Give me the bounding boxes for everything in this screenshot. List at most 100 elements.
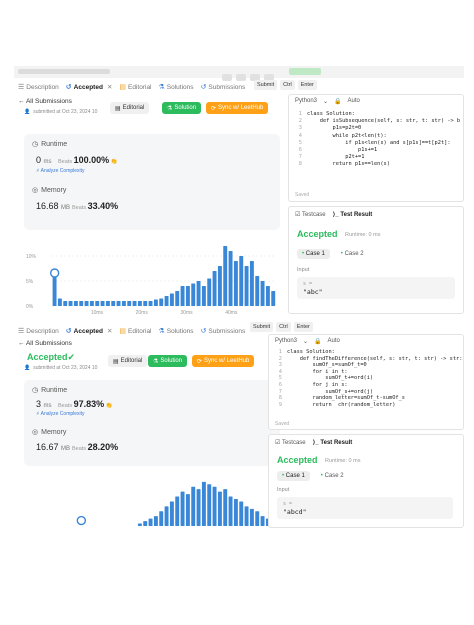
clock-icon: ↺: [65, 328, 72, 335]
chart-bar: [212, 271, 217, 306]
code-line: 8 return p1s==len(s): [293, 161, 460, 168]
tab-submissions[interactable]: ↺ Submissions: [201, 83, 246, 92]
chart-bar: [217, 266, 222, 306]
code-editor[interactable]: Python3 ⌄ 🔒 Auto 1 class Solution: 2 def find…: [268, 334, 464, 430]
solution-button[interactable]: ⚗ Solution: [162, 102, 202, 114]
tab-accepted[interactable]: ↺ Accepted ✕: [66, 83, 113, 92]
tab-submissions[interactable]: ↺ Submissions: [201, 327, 246, 336]
chart-bar: [175, 291, 180, 306]
all-submissions-link[interactable]: ← All Submissions: [18, 340, 72, 347]
code-lines[interactable]: 1 class Solution: 2 def isSubsequence(self…: [293, 111, 460, 169]
tab-solutions[interactable]: ⚗ Solutions: [159, 327, 194, 336]
tab-accepted[interactable]: ↺ Accepted ✕: [65, 327, 113, 336]
solution-button[interactable]: ⚗ Solution: [148, 355, 188, 367]
memory-beats: Beats 28.20%: [72, 442, 119, 452]
chart-bar: [57, 298, 62, 306]
code-line: 7 p2t+=1: [293, 154, 460, 161]
code-line: 5 sumOf_t+=ord(i): [273, 375, 462, 382]
case-tabs: • Case 1 • Case 2: [297, 249, 369, 259]
tab-editorial[interactable]: ▤ Editorial: [119, 327, 151, 336]
tab-editorial[interactable]: ▤ Editorial: [119, 83, 151, 92]
tab-testcase[interactable]: ☑ Testcase: [275, 439, 306, 446]
x-tick-label: 10ms: [91, 310, 104, 316]
tab-test-result[interactable]: ⟩_ Test Result: [333, 211, 373, 218]
chart2-svg: [76, 481, 276, 526]
tab-test-result[interactable]: ⟩_ Test Result: [313, 439, 353, 446]
memory-beats: Beats 33.40%: [72, 201, 119, 211]
chart-bar: [137, 523, 142, 526]
check-icon: •: [282, 473, 285, 479]
case-1-tab[interactable]: • Case 1: [297, 249, 330, 259]
chart-bar: [201, 286, 206, 306]
test-panel: ☑ Testcase ⟩_ Test Result Accepted Runti…: [288, 206, 464, 314]
sync-leethub-button[interactable]: ⟳ Sync w/ LeetHub: [192, 355, 255, 367]
test-panel-tabs: ☑ Testcase ⟩_ Test Result: [295, 211, 372, 218]
close-icon[interactable]: ✕: [107, 327, 112, 335]
editorial-button[interactable]: ▤ Editorial: [108, 355, 148, 367]
code-text: if p1s<len(s) and s[p1s]==t[p2t]:: [307, 139, 451, 146]
code-line: 8 random_letter=sumOf_t-sumOf_s: [273, 395, 462, 402]
chart-bar: [164, 506, 169, 526]
tab-description[interactable]: ☰ Description: [18, 83, 59, 92]
book-icon: ▤: [119, 84, 127, 91]
case-2-tab[interactable]: • Case 2: [336, 249, 369, 259]
sync-leethub-button[interactable]: ⟳ Sync w/ LeetHub: [206, 102, 269, 114]
code-text: def isSubsequence(self, s: str, t: str) …: [307, 118, 461, 125]
chart-bar: [111, 301, 116, 306]
line-number: 2: [298, 118, 302, 125]
all-submissions-link[interactable]: ← All Submissions: [18, 98, 72, 105]
analyze-complexity-link[interactable]: ⚡ Analyze Complexity: [36, 411, 85, 417]
code-text: class Solution:: [307, 111, 355, 117]
code-line: 5 if p1s<len(s) and s[p1s]==t[p2t]:: [293, 140, 460, 147]
chart-bar: [169, 501, 174, 526]
line-number: 2: [278, 355, 282, 362]
chart-bar: [143, 521, 148, 526]
line-number: 3: [278, 362, 282, 369]
analyze-complexity-link[interactable]: ⚡ Analyze Complexity: [36, 168, 85, 174]
runtime-beats: Beats 97.83% 👏: [58, 399, 113, 409]
runtime-title: ◷ Runtime: [32, 386, 68, 395]
avatar-icon: 👤: [24, 109, 31, 115]
code-text: return p1s==len(s): [307, 161, 390, 168]
line-number: 9: [278, 401, 282, 408]
case-1-tab[interactable]: • Case 1: [277, 471, 310, 481]
code-text: p2t+=1: [307, 154, 365, 161]
terminal-icon: ⟩_: [312, 440, 319, 446]
hands-icon: 👏: [110, 159, 118, 165]
memory-distribution-chart: [24, 468, 280, 528]
chart-bar: [191, 486, 196, 526]
chart-bar: [244, 506, 249, 526]
ctrl-key: Ctrl: [280, 80, 295, 90]
tab-description[interactable]: ☰ Description: [18, 327, 59, 336]
line-number: 3: [298, 125, 302, 132]
case-2-tab[interactable]: • Case 2: [316, 471, 349, 481]
close-icon[interactable]: ✕: [107, 83, 112, 91]
x-tick-label: 40ms: [225, 310, 238, 316]
runtime-beats: Beats 100.00% 👏: [58, 155, 118, 165]
input-label: Input: [297, 267, 310, 273]
tab-testcase[interactable]: ☑ Testcase: [295, 211, 326, 218]
language-select[interactable]: Python3 ⌄ 🔒 Auto: [295, 98, 360, 105]
code-lines[interactable]: 1 class Solution: 2 def findTheDifference(…: [273, 349, 463, 408]
case-tabs: • Case 1 • Case 2: [277, 471, 349, 481]
runtime-distribution-chart: 10% 5% 0% 10ms 20ms 30ms 40ms: [24, 232, 280, 316]
chart-bar: [239, 501, 244, 526]
stats-card: ◷ Runtime 0 ms Beats 100.00% 👏 ⚡ Analyze …: [24, 134, 280, 230]
code-line: 2 def findTheDifference(self, s: str, t:…: [273, 355, 463, 363]
chart-bar: [105, 301, 110, 306]
submit-button[interactable]: Submit: [254, 80, 278, 90]
x-tick-label: 30ms: [180, 310, 193, 316]
test-result-status: Accepted: [277, 455, 318, 465]
submitted-info: 👤 submitted at Oct 23, 2024 10: [24, 365, 98, 371]
chart-bar: [271, 291, 276, 306]
code-editor[interactable]: Python3 ⌄ 🔒 Auto 1 class Solution: 2 def isSu…: [288, 94, 464, 202]
language-select[interactable]: Python3 ⌄ 🔒 Auto: [275, 338, 340, 345]
code-text: random_letter=sumOf_t-sumOf_s: [287, 395, 406, 402]
line-number: 4: [278, 368, 282, 375]
chart-bar: [244, 266, 249, 306]
tab-solutions[interactable]: ⚗ Solutions: [159, 83, 194, 92]
y-tick-label: 5%: [26, 279, 34, 285]
editorial-button[interactable]: ▤ Editorial: [110, 102, 150, 114]
chart-bar: [239, 256, 244, 306]
submit-button[interactable]: Submit: [250, 322, 274, 332]
